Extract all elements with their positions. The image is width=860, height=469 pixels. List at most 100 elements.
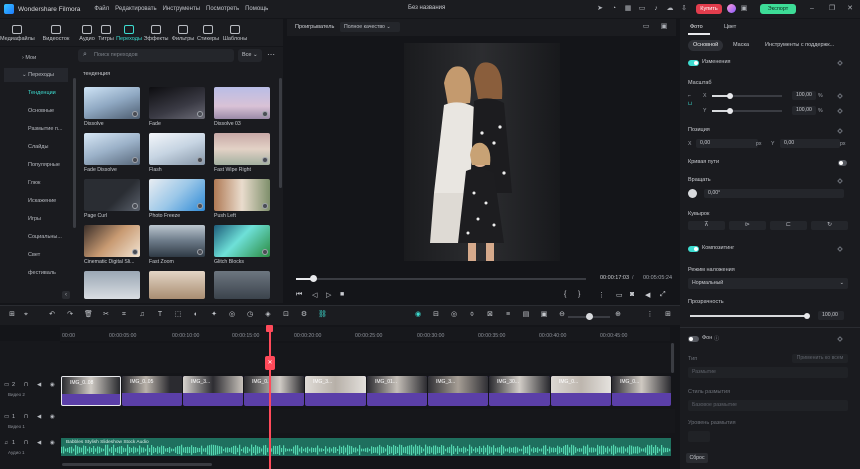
menu-file[interactable]: Файл xyxy=(94,6,109,12)
download-icon[interactable] xyxy=(197,157,203,163)
category-transitions[interactable]: ⌄ Переходы xyxy=(4,68,68,82)
mute-icon[interactable]: ◀ xyxy=(37,414,41,420)
split-icon[interactable]: ✂ xyxy=(102,311,110,319)
timeline-horizontal-scrollbar[interactable] xyxy=(62,463,212,466)
scale-x-handle[interactable] xyxy=(727,93,733,99)
category-festival[interactable]: фестиваль xyxy=(4,266,68,280)
pos-y-input[interactable]: 0,00 xyxy=(780,139,840,148)
play-backward-icon[interactable]: ◁ xyxy=(312,291,317,299)
tab-audio[interactable]: Аудио xyxy=(76,19,98,46)
menu-edit[interactable]: Редактировать xyxy=(115,6,156,12)
timeline-clip[interactable]: IMG_0..05 xyxy=(122,376,182,406)
download-icon[interactable] xyxy=(262,111,268,117)
apply-all-button[interactable]: Применить ко всем xyxy=(792,354,848,363)
category-popular[interactable]: Популярные xyxy=(4,158,68,172)
blend-mode-select[interactable]: Нормальный ⌄ xyxy=(688,278,848,289)
download-icon[interactable] xyxy=(132,157,138,163)
category-basic[interactable]: Основные xyxy=(4,104,68,118)
timeline-clip[interactable]: IMG_3... xyxy=(428,376,488,406)
search-input[interactable]: ⌕ Поиск переходов xyxy=(78,49,234,62)
thumb-fade-dissolve[interactable] xyxy=(84,133,140,165)
timeline-vertical-scrollbar[interactable] xyxy=(671,343,674,373)
download-icon[interactable] xyxy=(132,203,138,209)
mute-icon[interactable]: ◀ xyxy=(37,382,41,388)
background-type-select[interactable]: Размытие xyxy=(688,367,848,378)
transform-icon[interactable]: ⬚ xyxy=(174,311,182,319)
download-icon[interactable] xyxy=(197,249,203,255)
thumb-cinematic-digital[interactable] xyxy=(84,225,140,257)
marker-icon[interactable]: ⊟ xyxy=(432,311,440,319)
thumb-dissolve[interactable] xyxy=(84,87,140,119)
visibility-icon[interactable]: ◉ xyxy=(50,440,55,446)
thumb-photo-freeze[interactable] xyxy=(149,179,205,211)
thumb-page-curl[interactable] xyxy=(84,179,140,211)
thumb-fast-wipe-right[interactable] xyxy=(214,133,270,165)
zoom-handle[interactable] xyxy=(586,313,593,320)
tab-stickers[interactable]: Стикеры xyxy=(195,19,221,46)
lock-icon[interactable]: ⊔ xyxy=(688,101,692,107)
tab-filters[interactable]: Фильтры xyxy=(170,19,196,46)
tab-templates[interactable]: Шаблоны xyxy=(221,19,249,46)
render-icon[interactable]: ⋮ xyxy=(598,291,605,299)
video-frame[interactable] xyxy=(404,43,560,261)
category-games[interactable]: Игры xyxy=(4,212,68,226)
export-range-icon[interactable]: ⊠ xyxy=(486,311,494,319)
timeline-clip[interactable]: IMG_0..08 xyxy=(61,376,121,406)
download-icon[interactable] xyxy=(197,203,203,209)
gift-icon[interactable]: ▣ xyxy=(740,5,748,13)
razor-mode-icon[interactable]: ⌖ xyxy=(22,311,30,319)
more-options-icon[interactable]: ⋯ xyxy=(266,49,276,62)
background-toggle[interactable] xyxy=(688,336,699,342)
mark-out-icon[interactable]: } xyxy=(578,291,580,298)
buy-button[interactable]: Купить xyxy=(696,4,722,14)
pos-x-input[interactable]: 0,00 xyxy=(696,139,758,148)
info-icon[interactable]: ⓘ xyxy=(714,335,719,342)
menu-help[interactable]: Помощь xyxy=(245,6,268,12)
category-distortion[interactable]: Искажение xyxy=(4,194,68,208)
timeline-clip[interactable]: IMG_3... xyxy=(305,376,366,406)
visibility-icon[interactable]: ◉ xyxy=(50,382,55,388)
subtab-ai-tools[interactable]: Инструменты с поддержк... xyxy=(760,40,839,51)
collapse-panel-button[interactable]: ‹ xyxy=(62,291,70,299)
tab-stock-video[interactable]: Видеосток xyxy=(34,19,78,46)
tab-photo[interactable]: Фото xyxy=(690,24,703,30)
compositing-toggle[interactable] xyxy=(688,246,699,252)
video-1-track[interactable] xyxy=(60,409,675,433)
close-icon[interactable]: ✕ xyxy=(846,5,854,13)
download-icon[interactable] xyxy=(132,111,138,117)
flip-vertical-button[interactable]: ⊳ xyxy=(729,221,766,230)
empty-track-area[interactable] xyxy=(60,343,675,373)
category-scrollbar[interactable] xyxy=(73,78,76,228)
scale-x-input[interactable]: 100,00 xyxy=(792,91,816,100)
tab-effects[interactable]: Эффекты xyxy=(143,19,169,46)
thumb-dissolve-03[interactable] xyxy=(214,87,270,119)
filter-select[interactable]: Все ⌄ xyxy=(238,49,262,62)
category-slides[interactable]: Слайды xyxy=(4,140,68,154)
playhead[interactable] xyxy=(269,327,271,469)
notification-icon[interactable]: ◔ xyxy=(610,5,618,13)
subtab-mask[interactable]: Маска xyxy=(728,40,754,51)
volume-icon[interactable]: ◀ xyxy=(645,291,650,299)
step-back-icon[interactable]: ⏮ xyxy=(296,291,302,299)
audio-clip[interactable] xyxy=(61,438,671,456)
export-button[interactable]: Экспорт xyxy=(760,4,796,14)
download-icon[interactable] xyxy=(197,111,203,117)
mark-in-icon[interactable]: { xyxy=(564,291,566,298)
playhead-handle[interactable] xyxy=(266,325,273,332)
crop-icon[interactable]: ⌗ xyxy=(120,311,128,319)
opacity-input[interactable]: 100,00 xyxy=(818,311,844,320)
download-icon[interactable] xyxy=(262,203,268,209)
thumb-item[interactable] xyxy=(149,271,205,299)
stop-icon[interactable]: ■ xyxy=(340,291,344,298)
rotate-right-button[interactable]: ↻ xyxy=(811,221,848,230)
thumb-item[interactable] xyxy=(214,271,270,299)
tab-color[interactable]: Цвет xyxy=(724,24,736,30)
quality-select[interactable]: Полное качество ⌄ xyxy=(340,22,400,32)
camera-icon[interactable]: ◙ xyxy=(630,291,634,298)
mute-icon[interactable]: ◀ xyxy=(37,440,41,446)
rotate-left-button[interactable]: ⊏ xyxy=(770,221,807,230)
lock-icon[interactable]: ⊓ xyxy=(24,414,28,420)
thumb-flash[interactable] xyxy=(149,133,205,165)
lock-icon[interactable]: ⊓ xyxy=(24,440,28,446)
send-icon[interactable]: ➤ xyxy=(596,5,604,13)
